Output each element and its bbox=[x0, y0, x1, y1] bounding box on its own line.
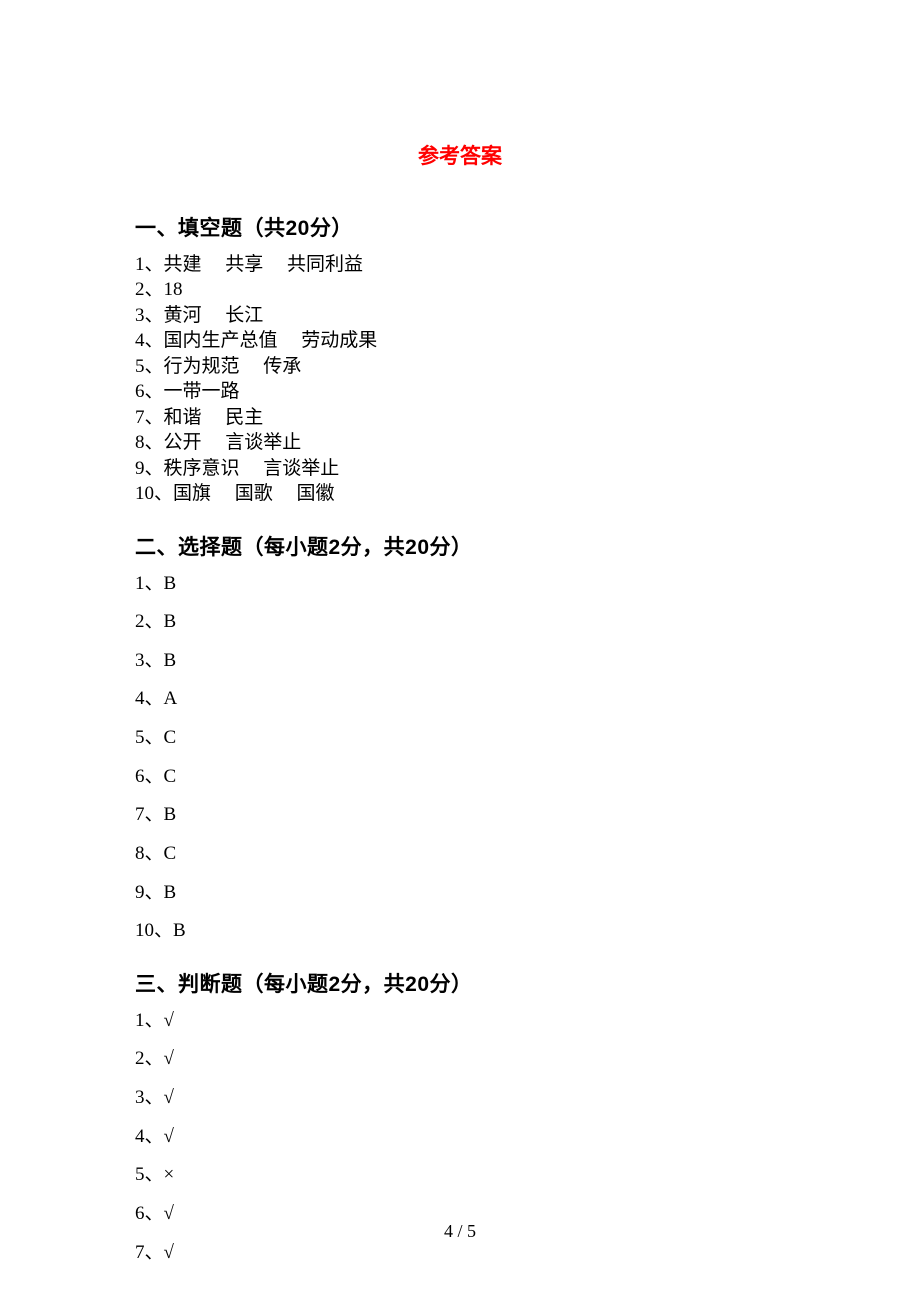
answer-item: 1、共建 共享 共同利益 bbox=[135, 252, 785, 277]
answer-item: 5、C bbox=[135, 725, 785, 750]
answer-item: 4、√ bbox=[135, 1124, 785, 1149]
document-page: 参考答案 一、填空题（共20分） 1、共建 共享 共同利益 2、18 3、黄河 … bbox=[0, 0, 920, 1265]
answer-item: 3、√ bbox=[135, 1085, 785, 1110]
answer-item: 8、C bbox=[135, 841, 785, 866]
answer-item: 8、公开 言谈举止 bbox=[135, 430, 785, 455]
answer-item: 1、√ bbox=[135, 1008, 785, 1033]
section-heading: 三、判断题（每小题2分，共20分） bbox=[135, 968, 785, 998]
section-fill-blank: 一、填空题（共20分） 1、共建 共享 共同利益 2、18 3、黄河 长江 4、… bbox=[135, 212, 785, 507]
answer-item: 3、B bbox=[135, 648, 785, 673]
answer-item: 9、秩序意识 言谈举止 bbox=[135, 456, 785, 481]
section-multiple-choice: 二、选择题（每小题2分，共20分） 1、B 2、B 3、B 4、A 5、C 6、… bbox=[135, 531, 785, 944]
answer-item: 10、B bbox=[135, 918, 785, 943]
answer-item: 2、√ bbox=[135, 1046, 785, 1071]
answer-item: 3、黄河 长江 bbox=[135, 303, 785, 328]
section-heading: 二、选择题（每小题2分，共20分） bbox=[135, 531, 785, 561]
answer-item: 4、国内生产总值 劳动成果 bbox=[135, 328, 785, 353]
answer-item: 5、行为规范 传承 bbox=[135, 354, 785, 379]
answer-item: 4、A bbox=[135, 686, 785, 711]
page-number: 4 / 5 bbox=[0, 1221, 920, 1242]
section-heading: 一、填空题（共20分） bbox=[135, 212, 785, 242]
answer-item: 6、C bbox=[135, 764, 785, 789]
answer-item: 7、√ bbox=[135, 1240, 785, 1265]
answer-item: 7、B bbox=[135, 802, 785, 827]
answer-item: 2、18 bbox=[135, 277, 785, 302]
answer-item: 9、B bbox=[135, 880, 785, 905]
answer-item: 1、B bbox=[135, 571, 785, 596]
answer-item: 10、国旗 国歌 国徽 bbox=[135, 481, 785, 506]
answer-item: 6、一带一路 bbox=[135, 379, 785, 404]
answer-item: 2、B bbox=[135, 609, 785, 634]
page-title: 参考答案 bbox=[135, 140, 785, 170]
answer-item: 5、× bbox=[135, 1162, 785, 1187]
answer-item: 7、和谐 民主 bbox=[135, 405, 785, 430]
